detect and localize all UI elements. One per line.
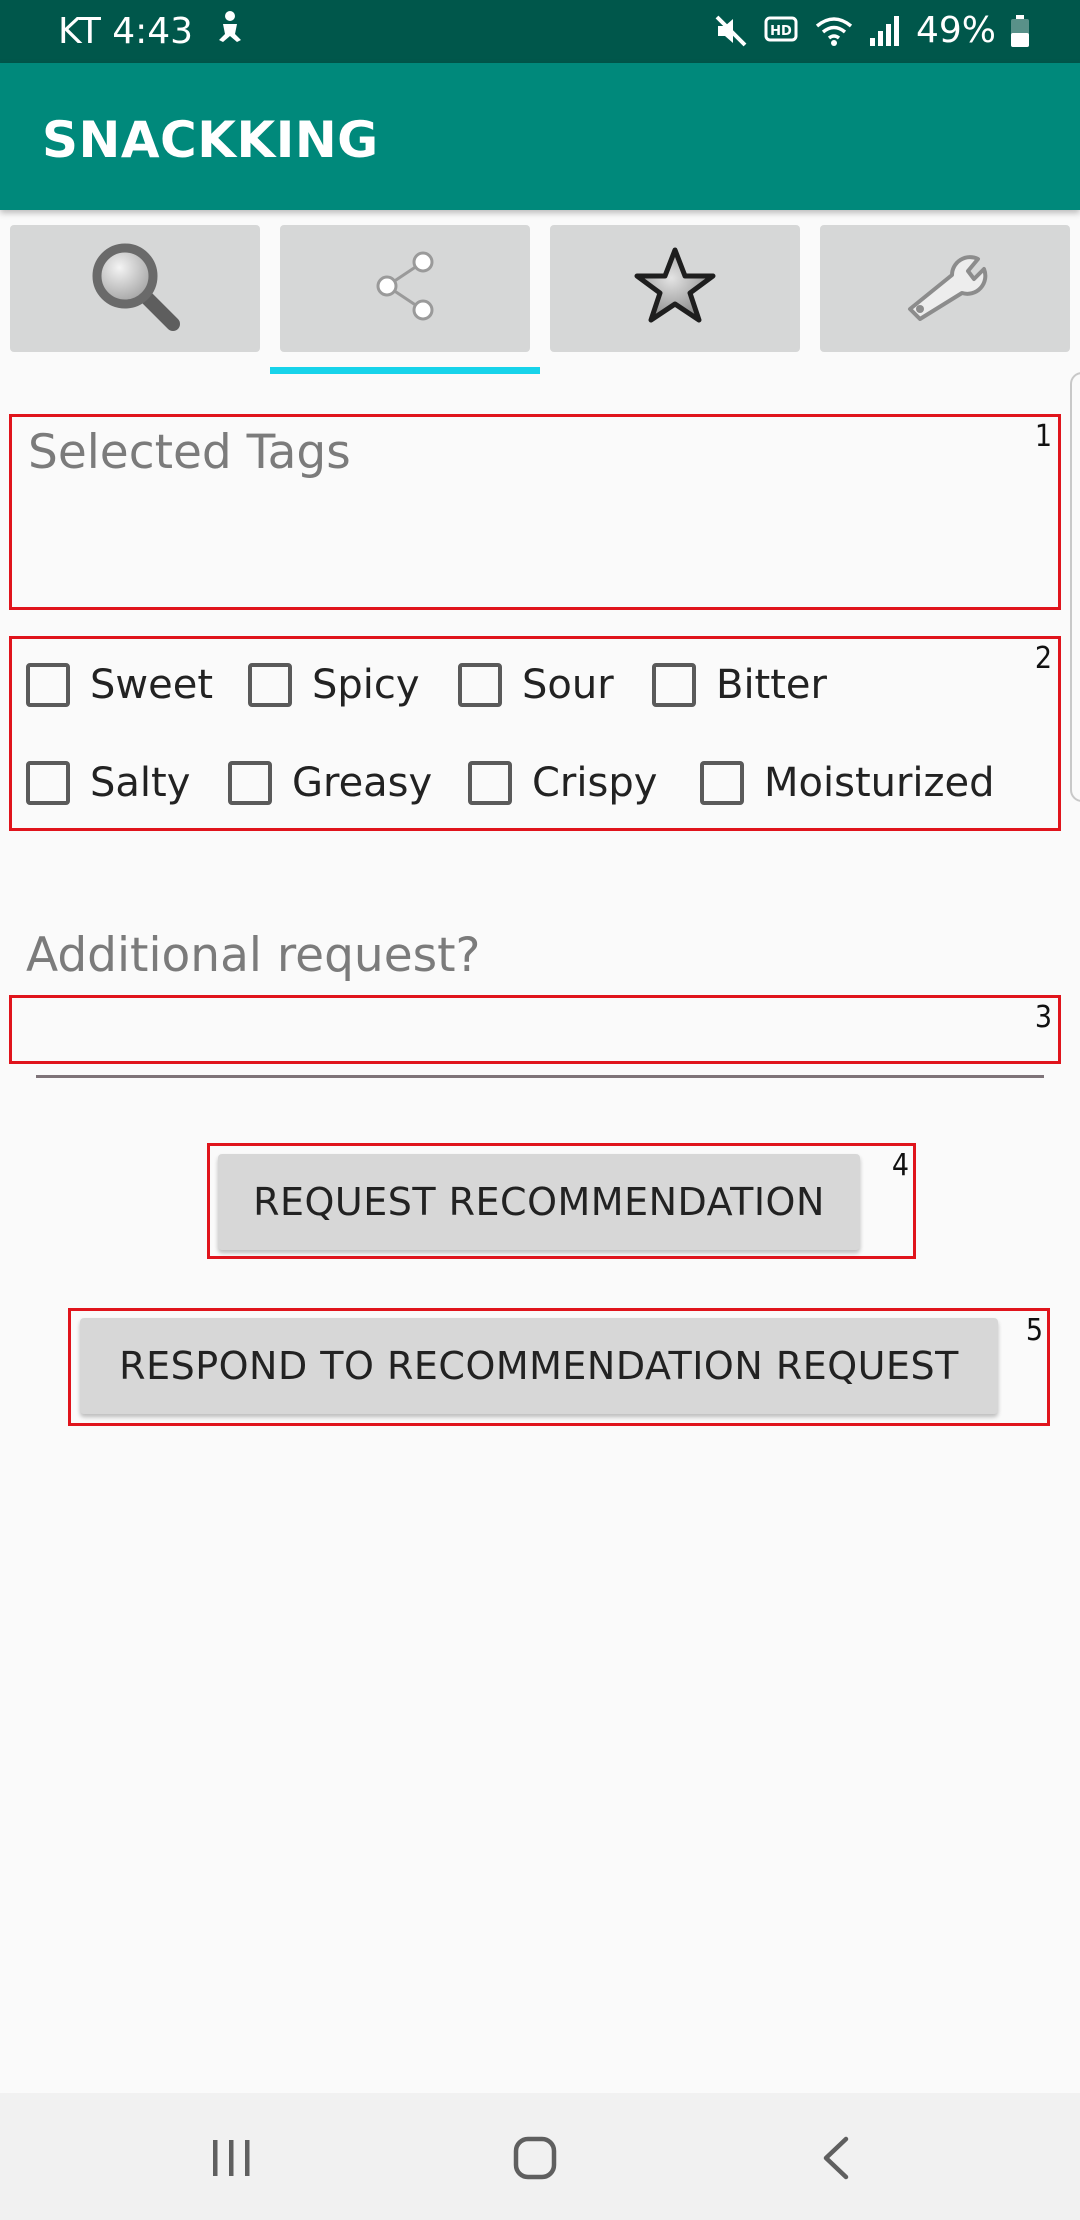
share-icon: [365, 246, 445, 331]
respond-recommendation-button[interactable]: RESPOND TO RECOMMENDATION REQUEST: [80, 1318, 998, 1414]
navigation-bar: [0, 2093, 1080, 2220]
checkbox-label: Sour: [522, 662, 614, 708]
back-icon[interactable]: [796, 2123, 876, 2193]
checkbox-square[interactable]: [26, 761, 70, 805]
hd-voice-icon: HD: [764, 15, 800, 47]
checkbox-square[interactable]: [700, 761, 744, 805]
tab-search[interactable]: [10, 225, 260, 352]
app-bar: SNACKKING: [0, 63, 1080, 210]
status-carrier-time: KT 4:43: [58, 11, 194, 52]
annotation-number: 3: [1034, 1000, 1052, 1035]
app-title: SNACKKING: [42, 111, 379, 169]
checkbox-square[interactable]: [652, 663, 696, 707]
recent-apps-icon[interactable]: [192, 2123, 272, 2193]
checkbox-square[interactable]: [458, 663, 502, 707]
wrench-icon: [900, 251, 990, 326]
status-bar: KT 4:43 HD 49%: [0, 0, 1080, 63]
search-icon: [85, 236, 185, 341]
checkbox-bitter[interactable]: Bitter: [652, 662, 827, 708]
checkbox-sour[interactable]: Sour: [458, 662, 614, 708]
battery-percentage: 49%: [915, 10, 996, 51]
battery-icon: [1010, 14, 1030, 48]
checkbox-label: Spicy: [312, 662, 420, 708]
checkbox-sweet[interactable]: Sweet: [26, 662, 213, 708]
selected-tab-indicator: [270, 367, 540, 374]
input-underline: [36, 1075, 1044, 1078]
signal-icon: [868, 14, 902, 48]
star-icon: [633, 244, 717, 333]
annotation-number: 2: [1034, 641, 1052, 676]
checkbox-spicy[interactable]: Spicy: [248, 662, 420, 708]
checkbox-label: Greasy: [292, 760, 433, 806]
checkbox-crispy[interactable]: Crispy: [468, 760, 657, 806]
annotation-number: 1: [1034, 419, 1052, 454]
checkbox-square[interactable]: [228, 761, 272, 805]
checkbox-square[interactable]: [248, 663, 292, 707]
checkbox-moisturized[interactable]: Moisturized: [700, 760, 995, 806]
selected-tags-hint: Selected Tags: [28, 425, 351, 480]
request-recommendation-button[interactable]: REQUEST RECOMMENDATION: [218, 1154, 860, 1250]
checkbox-square[interactable]: [26, 663, 70, 707]
checkbox-salty[interactable]: Salty: [26, 760, 190, 806]
annotation-number: 4: [891, 1148, 909, 1183]
checkbox-square[interactable]: [468, 761, 512, 805]
additional-request-label: Additional request?: [26, 928, 481, 983]
annotation-number: 5: [1025, 1313, 1043, 1348]
scroll-edge-hint: [1070, 372, 1080, 802]
checkbox-greasy[interactable]: Greasy: [228, 760, 432, 806]
wifi-icon: [814, 14, 854, 48]
notification-person-icon: [215, 10, 245, 53]
checkbox-label: Salty: [90, 760, 191, 806]
additional-request-input[interactable]: 3: [9, 995, 1061, 1064]
tab-favorites[interactable]: [550, 225, 800, 352]
checkbox-label: Moisturized: [764, 760, 995, 806]
home-icon[interactable]: [495, 2123, 575, 2193]
svg-text:HD: HD: [770, 24, 792, 39]
tab-settings[interactable]: [820, 225, 1070, 352]
checkbox-label: Sweet: [90, 662, 214, 708]
mute-icon: [714, 14, 750, 48]
tab-share[interactable]: [280, 225, 530, 352]
selected-tags-area[interactable]: Selected Tags 1: [9, 414, 1061, 610]
checkbox-label: Bitter: [716, 662, 827, 708]
checkbox-label: Crispy: [532, 760, 658, 806]
